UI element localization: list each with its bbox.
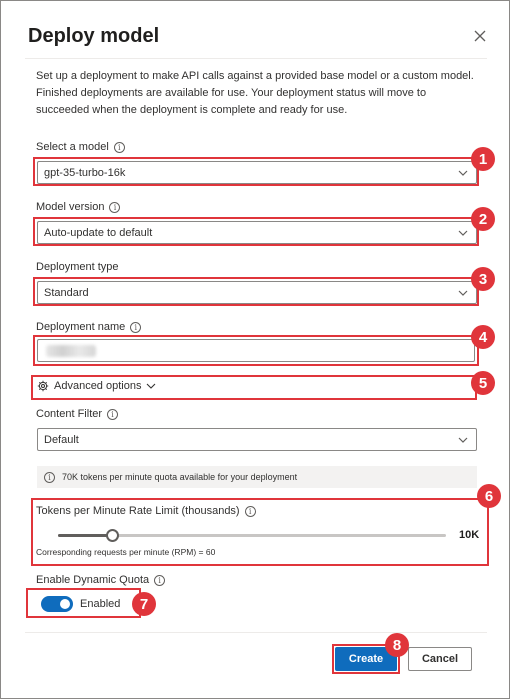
- gear-icon: [37, 380, 49, 392]
- version-label-text: Model version: [36, 201, 105, 213]
- quota-info-bar: i 70K tokens per minute quota available …: [37, 466, 477, 488]
- info-icon[interactable]: i: [113, 141, 125, 153]
- rpm-text: Corresponding requests per minute (RPM) …: [36, 547, 216, 557]
- redacted-name: [46, 345, 96, 357]
- model-label: Select a model i: [36, 141, 125, 153]
- annotation-badge-4: 4: [471, 325, 495, 349]
- type-select[interactable]: Standard: [37, 281, 477, 304]
- annotation-badge-1: 1: [471, 147, 495, 171]
- dialog-description: Set up a deployment to make API calls ag…: [36, 70, 474, 116]
- content-filter-label-text: Content Filter: [36, 408, 103, 420]
- chevron-down-icon: [458, 437, 468, 443]
- info-icon[interactable]: i: [130, 321, 142, 333]
- dynamic-quota-toggle[interactable]: [41, 596, 73, 612]
- content-filter-select[interactable]: Default: [37, 428, 477, 451]
- rate-limit-slider[interactable]: [58, 529, 446, 542]
- info-icon[interactable]: i: [244, 505, 256, 517]
- content-filter-value: Default: [44, 433, 79, 446]
- version-select-value: Auto-update to default: [44, 226, 153, 239]
- annotation-badge-5: 5: [471, 371, 495, 395]
- info-icon[interactable]: i: [109, 201, 121, 213]
- type-select-value: Standard: [44, 286, 89, 299]
- cancel-button[interactable]: Cancel: [408, 647, 472, 671]
- toggle-knob: [60, 599, 70, 609]
- deployment-name-input[interactable]: [37, 339, 475, 362]
- chevron-down-icon: [458, 170, 468, 176]
- chevron-down-icon: [458, 230, 468, 236]
- advanced-options-toggle[interactable]: Advanced options: [37, 380, 156, 392]
- slider-fill: [58, 534, 113, 537]
- annotation-badge-8: 8: [385, 633, 409, 657]
- chevron-down-icon: [458, 290, 468, 296]
- slider-thumb[interactable]: [106, 529, 120, 542]
- info-icon[interactable]: i: [107, 408, 119, 420]
- rate-limit-label-text: Tokens per Minute Rate Limit (thousands): [36, 505, 240, 517]
- content-filter-label: Content Filter i: [36, 408, 119, 420]
- type-label: Deployment type: [36, 261, 119, 273]
- close-icon[interactable]: [469, 25, 491, 47]
- dynamic-quota-state: Enabled: [80, 598, 121, 610]
- quota-note-text: 70K tokens per minute quota available fo…: [62, 472, 298, 482]
- annotation-badge-7: 7: [132, 592, 156, 616]
- rate-limit-label: Tokens per Minute Rate Limit (thousands)…: [36, 505, 256, 517]
- deploy-model-dialog: Deploy model Set up a deployment to make…: [0, 0, 510, 699]
- info-icon: i: [44, 471, 55, 483]
- advanced-options-label: Advanced options: [54, 380, 142, 392]
- type-label-text: Deployment type: [36, 261, 119, 273]
- annotation-badge-2: 2: [471, 207, 495, 231]
- model-select[interactable]: gpt-35-turbo-16k: [37, 161, 477, 184]
- annotation-badge-6: 6: [477, 484, 501, 508]
- name-label-text: Deployment name: [36, 321, 126, 333]
- version-label: Model version i: [36, 201, 121, 213]
- model-label-text: Select a model: [36, 141, 109, 153]
- annotation-badge-3: 3: [471, 267, 495, 291]
- dynamic-quota-label: Enable Dynamic Quota i: [36, 574, 166, 586]
- title-divider: [25, 58, 487, 59]
- rate-limit-value: 10K: [459, 529, 480, 541]
- name-label: Deployment name i: [36, 321, 142, 333]
- model-select-value: gpt-35-turbo-16k: [44, 166, 126, 179]
- chevron-down-icon: [147, 383, 156, 389]
- version-select[interactable]: Auto-update to default: [37, 221, 477, 244]
- info-icon[interactable]: i: [154, 574, 166, 586]
- dynamic-quota-label-text: Enable Dynamic Quota: [36, 574, 150, 586]
- dialog-title: Deploy model: [28, 25, 160, 47]
- footer-divider: [25, 632, 487, 633]
